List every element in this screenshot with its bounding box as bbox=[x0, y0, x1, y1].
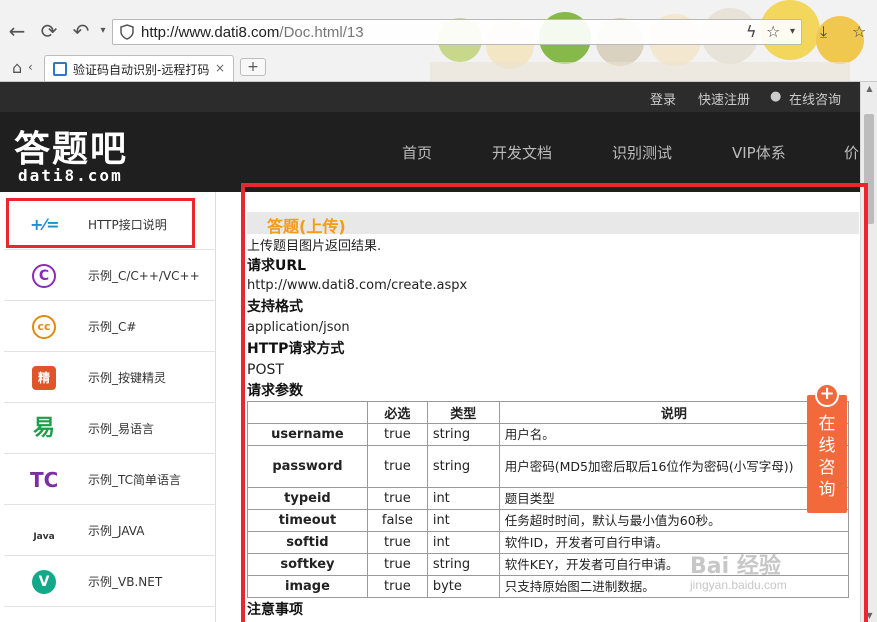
tab-title: 验证码自动识别-远程打码 bbox=[73, 63, 210, 77]
sidebar-item-anjian[interactable]: 精 示例_按键精灵 bbox=[4, 352, 216, 403]
url-text[interactable]: http://www.dati8.com/Doc.html/13 bbox=[141, 24, 364, 41]
reload-icon[interactable]: ⟳ bbox=[36, 18, 62, 44]
address-bar[interactable]: http://www.dati8.com/Doc.html/13 bbox=[112, 19, 802, 45]
sidebar-item-label: 示例_VB.NET bbox=[88, 575, 163, 589]
site-favicon-icon bbox=[53, 62, 67, 76]
tc-icon: TC bbox=[30, 468, 59, 492]
sidebar-item-c[interactable]: C 示例_C/C++/VC++ bbox=[4, 250, 216, 301]
sidebar-item-label: 示例_JAVA bbox=[88, 524, 145, 538]
online-consult-button[interactable]: + 在线咨询 bbox=[807, 383, 847, 513]
browser-tab-active[interactable]: 验证码自动识别-远程打码 × bbox=[44, 55, 234, 81]
v-circle-icon: V bbox=[32, 570, 56, 594]
c-circle-icon: C bbox=[32, 264, 56, 288]
close-icon[interactable]: × bbox=[215, 61, 225, 75]
sidebar-item-label: 示例_C/C++/VC++ bbox=[88, 269, 200, 283]
lightning-icon[interactable]: ϟ bbox=[746, 22, 757, 41]
site-top-bar: 登录 快速注册 ● 在线咨询 bbox=[0, 82, 860, 112]
online-consult-link[interactable]: 在线咨询 bbox=[789, 89, 841, 108]
nav-pricing[interactable]: 价 bbox=[844, 142, 859, 163]
browser-chrome: ← ⟳ ↶ ▾ http://www.dati8.com/Doc.html/13… bbox=[0, 0, 877, 82]
sidebar-item-tc[interactable]: TC 示例_TC简单语言 bbox=[4, 454, 216, 505]
url-domain: http://www.dati8.com bbox=[141, 24, 280, 41]
bee-icon: 精 bbox=[32, 366, 56, 390]
watermark-url: jingyan.baidu.com bbox=[690, 578, 787, 592]
shield-icon bbox=[120, 24, 134, 40]
site-logo[interactable]: 答题吧 bbox=[14, 120, 128, 172]
sidebar-item-csharp[interactable]: cc 示例_C# bbox=[4, 301, 216, 352]
consult-label: 在线咨询 bbox=[818, 414, 836, 500]
star-icon[interactable]: ☆ bbox=[766, 22, 780, 41]
tab-list-icon[interactable]: ‹ bbox=[28, 60, 33, 74]
sidebar-item-label: 示例_按键精灵 bbox=[88, 371, 167, 385]
yi-icon: 易 bbox=[32, 416, 55, 441]
nav-vip[interactable]: VIP体系 bbox=[732, 142, 786, 163]
favorites-star-icon[interactable]: ☆ bbox=[852, 22, 866, 41]
new-tab-button[interactable]: + bbox=[240, 58, 266, 76]
home-icon[interactable]: ⌂ bbox=[12, 58, 22, 77]
doc-sidebar: +⁄= HTTP接口说明 C 示例_C/C++/VC++ cc 示例_C# 精 … bbox=[4, 192, 216, 622]
chat-user-icon: ● bbox=[770, 89, 782, 104]
sidebar-item-yi[interactable]: 易 示例_易语言 bbox=[4, 403, 216, 454]
sidebar-item-java[interactable]: Java 示例_JAVA bbox=[4, 505, 216, 556]
scroll-up-icon[interactable]: ▲ bbox=[861, 84, 877, 93]
sidebar-item-label: 示例_C# bbox=[88, 320, 137, 334]
cc-circle-icon: cc bbox=[32, 315, 56, 339]
sidebar-item-label: 示例_易语言 bbox=[88, 422, 155, 436]
url-path: /Doc.html/13 bbox=[279, 24, 364, 41]
site-logo-domain: dati8.com bbox=[18, 166, 123, 185]
nav-home[interactable]: 首页 bbox=[402, 142, 432, 163]
watermark-logo: Bai 经验 bbox=[690, 554, 781, 579]
back-icon[interactable]: ← bbox=[4, 18, 30, 44]
download-icon[interactable]: ⤓ bbox=[820, 22, 827, 42]
plus-icon: + bbox=[815, 383, 839, 407]
sidebar-item-vbnet[interactable]: V 示例_VB.NET bbox=[4, 556, 216, 607]
highlight-box-sidebar bbox=[6, 198, 195, 248]
nav-docs[interactable]: 开发文档 bbox=[492, 142, 552, 163]
register-link[interactable]: 快速注册 bbox=[698, 89, 750, 108]
nav-test[interactable]: 识别测试 bbox=[612, 142, 672, 163]
java-icon: Java bbox=[33, 532, 55, 542]
dropdown-arrow-icon[interactable]: ▾ bbox=[790, 26, 795, 37]
sidebar-item-label: 示例_TC简单语言 bbox=[88, 473, 182, 487]
site-header: 答题吧 dati8.com 首页 开发文档 识别测试 VIP体系 价 bbox=[0, 112, 860, 192]
login-link[interactable]: 登录 bbox=[650, 89, 676, 108]
